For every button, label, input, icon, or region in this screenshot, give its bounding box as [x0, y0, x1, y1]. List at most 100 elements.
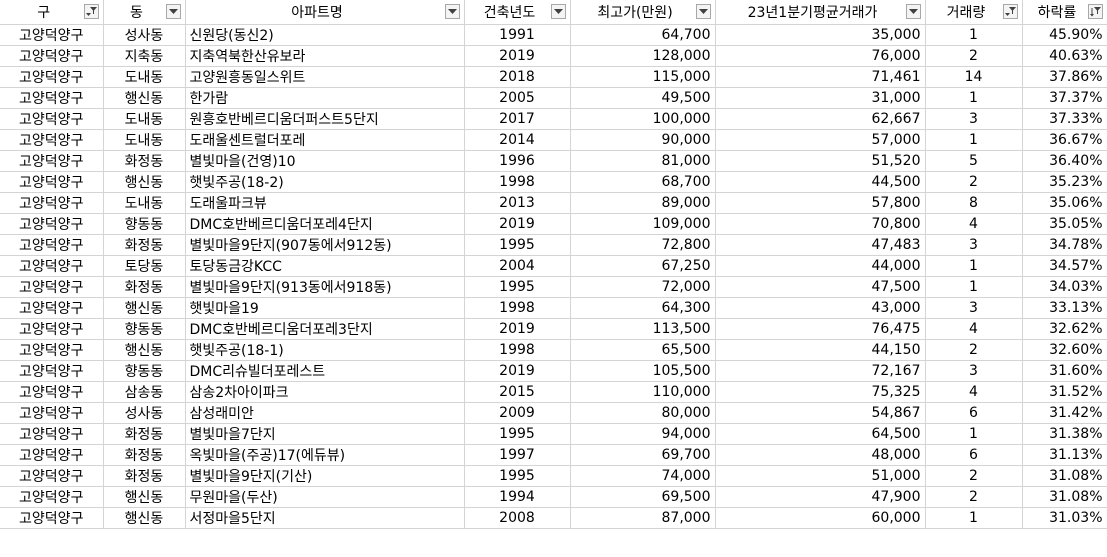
cell-trade-volume[interactable]: 4: [925, 381, 1023, 403]
cell-trade-volume[interactable]: 6: [925, 402, 1023, 424]
cell-gu[interactable]: 고양덕양구: [0, 276, 104, 298]
cell-trade-volume[interactable]: 1: [925, 87, 1023, 109]
column-header-avg-price-23q1[interactable]: 23년1분기평균거래가: [715, 0, 926, 25]
cell-dong[interactable]: 행신동: [103, 339, 186, 361]
cell-gu[interactable]: 고양덕양구: [0, 234, 104, 256]
cell-max-price[interactable]: 74,000: [570, 465, 716, 487]
column-header-apartment-name[interactable]: 아파트명: [185, 0, 465, 25]
cell-decline-rate[interactable]: 33.13%: [1022, 297, 1107, 319]
cell-build-year[interactable]: 1998: [464, 297, 571, 319]
cell-apartment-name[interactable]: 고양원흥동일스위트: [185, 66, 465, 88]
cell-gu[interactable]: 고양덕양구: [0, 150, 104, 172]
cell-apartment-name[interactable]: 별빛마을7단지: [185, 423, 465, 445]
cell-decline-rate[interactable]: 34.57%: [1022, 255, 1107, 277]
cell-decline-rate[interactable]: 37.33%: [1022, 108, 1107, 130]
cell-build-year[interactable]: 2009: [464, 402, 571, 424]
cell-dong[interactable]: 지축동: [103, 45, 186, 67]
cell-max-price[interactable]: 113,500: [570, 318, 716, 340]
cell-max-price[interactable]: 115,000: [570, 66, 716, 88]
cell-dong[interactable]: 토당동: [103, 255, 186, 277]
filter-active-icon[interactable]: [1002, 4, 1018, 20]
cell-trade-volume[interactable]: 2: [925, 486, 1023, 508]
cell-build-year[interactable]: 1998: [464, 171, 571, 193]
cell-trade-volume[interactable]: 1: [925, 507, 1023, 529]
cell-dong[interactable]: 향동동: [103, 360, 186, 382]
cell-max-price[interactable]: 67,250: [570, 255, 716, 277]
cell-avg-price-23q1[interactable]: 70,800: [715, 213, 926, 235]
cell-build-year[interactable]: 2013: [464, 192, 571, 214]
filter-dropdown-icon[interactable]: [695, 4, 711, 20]
cell-trade-volume[interactable]: 3: [925, 297, 1023, 319]
cell-avg-price-23q1[interactable]: 72,167: [715, 360, 926, 382]
cell-dong[interactable]: 화정동: [103, 423, 186, 445]
column-header-trade-volume[interactable]: 거래량: [925, 0, 1023, 25]
cell-dong[interactable]: 도내동: [103, 192, 186, 214]
cell-avg-price-23q1[interactable]: 57,800: [715, 192, 926, 214]
cell-max-price[interactable]: 87,000: [570, 507, 716, 529]
cell-trade-volume[interactable]: 4: [925, 213, 1023, 235]
cell-max-price[interactable]: 65,500: [570, 339, 716, 361]
filter-dropdown-icon[interactable]: [550, 4, 566, 20]
cell-max-price[interactable]: 90,000: [570, 129, 716, 151]
cell-max-price[interactable]: 110,000: [570, 381, 716, 403]
cell-dong[interactable]: 화정동: [103, 234, 186, 256]
column-header-dong[interactable]: 동: [103, 0, 186, 25]
cell-dong[interactable]: 행신동: [103, 297, 186, 319]
cell-decline-rate[interactable]: 34.03%: [1022, 276, 1107, 298]
cell-avg-price-23q1[interactable]: 43,000: [715, 297, 926, 319]
cell-avg-price-23q1[interactable]: 51,000: [715, 465, 926, 487]
cell-gu[interactable]: 고양덕양구: [0, 192, 104, 214]
cell-trade-volume[interactable]: 8: [925, 192, 1023, 214]
cell-apartment-name[interactable]: 옥빛마을(주공)17(에듀뷰): [185, 444, 465, 466]
filter-dropdown-icon[interactable]: [165, 4, 181, 20]
cell-avg-price-23q1[interactable]: 75,325: [715, 381, 926, 403]
cell-trade-volume[interactable]: 4: [925, 318, 1023, 340]
cell-apartment-name[interactable]: 토당동금강KCC: [185, 255, 465, 277]
cell-decline-rate[interactable]: 37.86%: [1022, 66, 1107, 88]
cell-trade-volume[interactable]: 3: [925, 360, 1023, 382]
cell-gu[interactable]: 고양덕양구: [0, 486, 104, 508]
cell-avg-price-23q1[interactable]: 44,000: [715, 255, 926, 277]
cell-gu[interactable]: 고양덕양구: [0, 465, 104, 487]
cell-dong[interactable]: 향동동: [103, 213, 186, 235]
cell-dong[interactable]: 도내동: [103, 108, 186, 130]
cell-apartment-name[interactable]: 원흥호반베르디움더퍼스트5단지: [185, 108, 465, 130]
cell-build-year[interactable]: 2019: [464, 360, 571, 382]
cell-max-price[interactable]: 128,000: [570, 45, 716, 67]
cell-gu[interactable]: 고양덕양구: [0, 255, 104, 277]
cell-max-price[interactable]: 105,500: [570, 360, 716, 382]
cell-avg-price-23q1[interactable]: 35,000: [715, 24, 926, 46]
column-header-build-year[interactable]: 건축년도: [464, 0, 571, 25]
cell-apartment-name[interactable]: 신원당(동신2): [185, 24, 465, 46]
cell-trade-volume[interactable]: 2: [925, 171, 1023, 193]
cell-decline-rate[interactable]: 31.42%: [1022, 402, 1107, 424]
cell-max-price[interactable]: 68,700: [570, 171, 716, 193]
cell-apartment-name[interactable]: 한가람: [185, 87, 465, 109]
cell-avg-price-23q1[interactable]: 31,000: [715, 87, 926, 109]
cell-dong[interactable]: 행신동: [103, 507, 186, 529]
cell-decline-rate[interactable]: 36.40%: [1022, 150, 1107, 172]
cell-gu[interactable]: 고양덕양구: [0, 339, 104, 361]
filter-active-icon[interactable]: [83, 4, 99, 20]
cell-dong[interactable]: 삼송동: [103, 381, 186, 403]
cell-build-year[interactable]: 2005: [464, 87, 571, 109]
cell-apartment-name[interactable]: 햇빛주공(18-1): [185, 339, 465, 361]
cell-decline-rate[interactable]: 45.90%: [1022, 24, 1107, 46]
cell-apartment-name[interactable]: DMC호반베르디움더포레4단지: [185, 213, 465, 235]
cell-max-price[interactable]: 109,000: [570, 213, 716, 235]
cell-gu[interactable]: 고양덕양구: [0, 213, 104, 235]
cell-decline-rate[interactable]: 32.62%: [1022, 318, 1107, 340]
cell-build-year[interactable]: 1997: [464, 444, 571, 466]
cell-dong[interactable]: 화정동: [103, 276, 186, 298]
cell-gu[interactable]: 고양덕양구: [0, 45, 104, 67]
cell-avg-price-23q1[interactable]: 60,000: [715, 507, 926, 529]
cell-dong[interactable]: 화정동: [103, 150, 186, 172]
cell-decline-rate[interactable]: 31.52%: [1022, 381, 1107, 403]
cell-max-price[interactable]: 49,500: [570, 87, 716, 109]
cell-build-year[interactable]: 2014: [464, 129, 571, 151]
cell-build-year[interactable]: 2015: [464, 381, 571, 403]
cell-build-year[interactable]: 1995: [464, 465, 571, 487]
cell-gu[interactable]: 고양덕양구: [0, 318, 104, 340]
cell-max-price[interactable]: 80,000: [570, 402, 716, 424]
cell-decline-rate[interactable]: 35.23%: [1022, 171, 1107, 193]
